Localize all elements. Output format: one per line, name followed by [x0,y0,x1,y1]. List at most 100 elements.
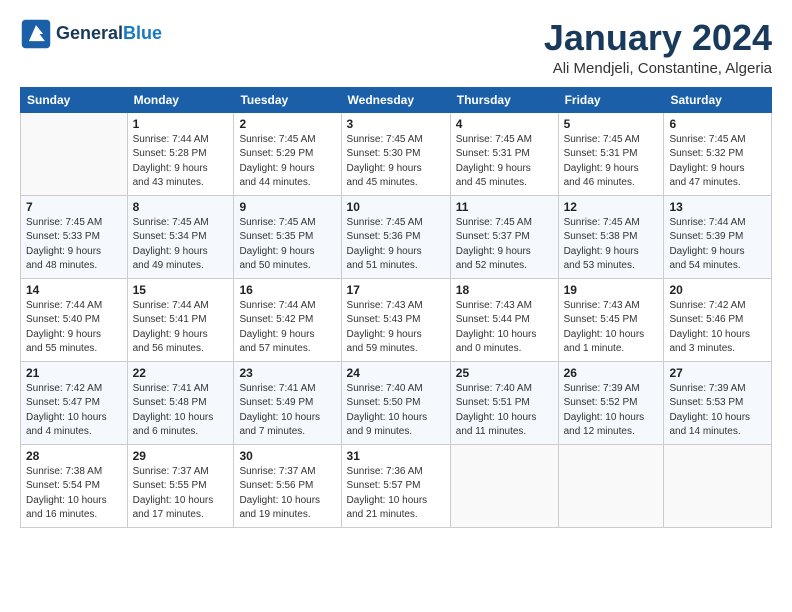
day-number: 23 [239,366,335,380]
day-number: 28 [26,449,122,463]
day-number: 19 [564,283,659,297]
day-cell: 23 Sunrise: 7:41 AM Sunset: 5:49 PM Dayli… [234,361,341,444]
day-info: Sunrise: 7:45 AM Sunset: 5:36 PM Dayligh… [347,216,445,274]
day-cell: 12Sunrise: 7:45 AM Sunset: 5:38 PM Dayli… [558,195,664,278]
day-number: 5 [564,117,659,131]
day-cell: 22Sunrise: 7:41 AM Sunset: 5:48 PM Dayli… [127,361,234,444]
day-info: Sunrise: 7:38 AM Sunset: 5:54 PM Dayligh… [26,465,122,523]
day-cell [450,444,558,527]
day-number: 14 [26,283,122,297]
day-cell: 2Sunrise: 7:45 AM Sunset: 5:29 PM Daylig… [234,112,341,195]
day-number: 10 [347,200,445,214]
day-info: Sunrise: 7:40 AM Sunset: 5:51 PM Dayligh… [456,382,553,440]
calendar-body: 1 Sunrise: 7:44 AM Sunset: 5:28 PM Daylig… [21,112,772,527]
day-cell: 26Sunrise: 7:39 AM Sunset: 5:52 PM Dayli… [558,361,664,444]
day-info: Sunrise: 7:39 AM Sunset: 5:53 PM Dayligh… [669,382,766,440]
day-info: Sunrise: 7:41 AM Sunset: 5:49 PM Dayligh… [239,382,335,440]
week-row-5: 28 Sunrise: 7:38 AM Sunset: 5:54 PM Dayli… [21,444,772,527]
day-number: 11 [456,200,553,214]
week-row-3: 14Sunrise: 7:44 AM Sunset: 5:40 PM Dayli… [21,278,772,361]
day-number: 29 [133,449,229,463]
day-cell: 27 Sunrise: 7:39 AM Sunset: 5:53 PM Dayli… [664,361,772,444]
col-header-wednesday: Wednesday [341,87,450,112]
day-number: 27 [669,366,766,380]
day-number: 3 [347,117,445,131]
day-cell: 21 Sunrise: 7:42 AM Sunset: 5:47 PM Dayli… [21,361,128,444]
day-info: Sunrise: 7:44 AM Sunset: 5:28 PM Dayligh… [133,133,229,191]
day-number: 31 [347,449,445,463]
col-header-monday: Monday [127,87,234,112]
day-cell [558,444,664,527]
day-number: 17 [347,283,445,297]
main-title: January 2024 [544,18,772,58]
day-info: Sunrise: 7:45 AM Sunset: 5:37 PM Dayligh… [456,216,553,274]
day-info: Sunrise: 7:45 AM Sunset: 5:30 PM Dayligh… [347,133,445,191]
page: GeneralBlue January 2024 Ali Mendjeli, C… [0,0,792,612]
logo: GeneralBlue [20,18,162,50]
day-info: Sunrise: 7:43 AM Sunset: 5:45 PM Dayligh… [564,299,659,357]
day-info: Sunrise: 7:45 AM Sunset: 5:32 PM Dayligh… [669,133,766,191]
col-header-thursday: Thursday [450,87,558,112]
logo-general: GeneralBlue [56,24,162,44]
logo-icon [20,18,52,50]
day-cell: 10 Sunrise: 7:45 AM Sunset: 5:36 PM Dayli… [341,195,450,278]
day-number: 18 [456,283,553,297]
day-number: 20 [669,283,766,297]
day-number: 16 [239,283,335,297]
day-info: Sunrise: 7:39 AM Sunset: 5:52 PM Dayligh… [564,382,659,440]
day-cell: 17 Sunrise: 7:43 AM Sunset: 5:43 PM Dayli… [341,278,450,361]
day-info: Sunrise: 7:36 AM Sunset: 5:57 PM Dayligh… [347,465,445,523]
day-number: 15 [133,283,229,297]
day-cell: 14Sunrise: 7:44 AM Sunset: 5:40 PM Dayli… [21,278,128,361]
header: GeneralBlue January 2024 Ali Mendjeli, C… [20,18,772,77]
day-cell: 8Sunrise: 7:45 AM Sunset: 5:34 PM Daylig… [127,195,234,278]
col-header-saturday: Saturday [664,87,772,112]
day-number: 4 [456,117,553,131]
day-cell: 5 Sunrise: 7:45 AM Sunset: 5:31 PM Daylig… [558,112,664,195]
day-cell: 9Sunrise: 7:45 AM Sunset: 5:35 PM Daylig… [234,195,341,278]
day-cell: 28 Sunrise: 7:38 AM Sunset: 5:54 PM Dayli… [21,444,128,527]
day-info: Sunrise: 7:42 AM Sunset: 5:46 PM Dayligh… [669,299,766,357]
day-number: 9 [239,200,335,214]
calendar-header: SundayMondayTuesdayWednesdayThursdayFrid… [21,87,772,112]
day-cell: 13 Sunrise: 7:44 AM Sunset: 5:39 PM Dayli… [664,195,772,278]
col-header-tuesday: Tuesday [234,87,341,112]
day-info: Sunrise: 7:44 AM Sunset: 5:41 PM Dayligh… [133,299,229,357]
day-cell: 4 Sunrise: 7:45 AM Sunset: 5:31 PM Daylig… [450,112,558,195]
day-cell [664,444,772,527]
col-header-sunday: Sunday [21,87,128,112]
day-cell [21,112,128,195]
day-cell: 11 Sunrise: 7:45 AM Sunset: 5:37 PM Dayli… [450,195,558,278]
day-info: Sunrise: 7:41 AM Sunset: 5:48 PM Dayligh… [133,382,229,440]
day-info: Sunrise: 7:43 AM Sunset: 5:44 PM Dayligh… [456,299,553,357]
day-number: 6 [669,117,766,131]
day-number: 13 [669,200,766,214]
day-info: Sunrise: 7:45 AM Sunset: 5:38 PM Dayligh… [564,216,659,274]
day-cell: 20 Sunrise: 7:42 AM Sunset: 5:46 PM Dayli… [664,278,772,361]
day-cell: 31 Sunrise: 7:36 AM Sunset: 5:57 PM Dayli… [341,444,450,527]
day-info: Sunrise: 7:43 AM Sunset: 5:43 PM Dayligh… [347,299,445,357]
day-info: Sunrise: 7:45 AM Sunset: 5:31 PM Dayligh… [456,133,553,191]
week-row-4: 21 Sunrise: 7:42 AM Sunset: 5:47 PM Dayli… [21,361,772,444]
day-number: 25 [456,366,553,380]
day-cell: 3 Sunrise: 7:45 AM Sunset: 5:30 PM Daylig… [341,112,450,195]
day-cell: 7Sunrise: 7:45 AM Sunset: 5:33 PM Daylig… [21,195,128,278]
week-row-1: 1 Sunrise: 7:44 AM Sunset: 5:28 PM Daylig… [21,112,772,195]
day-cell: 30Sunrise: 7:37 AM Sunset: 5:56 PM Dayli… [234,444,341,527]
day-info: Sunrise: 7:40 AM Sunset: 5:50 PM Dayligh… [347,382,445,440]
day-cell: 25 Sunrise: 7:40 AM Sunset: 5:51 PM Dayli… [450,361,558,444]
calendar-table: SundayMondayTuesdayWednesdayThursdayFrid… [20,87,772,528]
col-header-friday: Friday [558,87,664,112]
week-row-2: 7Sunrise: 7:45 AM Sunset: 5:33 PM Daylig… [21,195,772,278]
day-info: Sunrise: 7:45 AM Sunset: 5:31 PM Dayligh… [564,133,659,191]
day-cell: 18 Sunrise: 7:43 AM Sunset: 5:44 PM Dayli… [450,278,558,361]
day-number: 7 [26,200,122,214]
day-cell: 6 Sunrise: 7:45 AM Sunset: 5:32 PM Daylig… [664,112,772,195]
day-info: Sunrise: 7:37 AM Sunset: 5:55 PM Dayligh… [133,465,229,523]
day-info: Sunrise: 7:44 AM Sunset: 5:39 PM Dayligh… [669,216,766,274]
day-number: 1 [133,117,229,131]
day-info: Sunrise: 7:42 AM Sunset: 5:47 PM Dayligh… [26,382,122,440]
day-number: 24 [347,366,445,380]
day-cell: 16Sunrise: 7:44 AM Sunset: 5:42 PM Dayli… [234,278,341,361]
day-number: 21 [26,366,122,380]
